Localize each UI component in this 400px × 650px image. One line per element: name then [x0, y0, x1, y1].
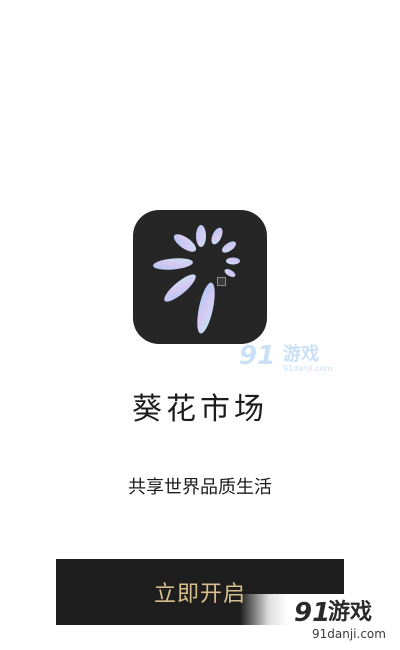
corner-watermark-number: 91 — [294, 598, 331, 628]
corner-watermark: 91 游戏 91danji.com — [240, 594, 400, 650]
corner-watermark-text: 游戏 — [328, 600, 373, 625]
app-name: 葵花市场 — [132, 392, 268, 427]
corner-watermark-url: 91danji.com — [312, 627, 386, 641]
app-logo — [133, 210, 267, 344]
watermark-logo: 91 游戏 91danji.com — [239, 341, 335, 377]
watermark-number: 91 — [239, 341, 276, 371]
start-button-label: 立即开启 — [153, 582, 246, 607]
splash-screen: 91 游戏 91danji.com 葵花市场 共享世界品质生活 立即开启 91 … — [0, 0, 400, 650]
sunflower-petals-icon — [153, 225, 240, 334]
watermark-text: 游戏 — [283, 344, 319, 365]
watermark-url: 91danji.com — [283, 364, 333, 373]
app-tagline: 共享世界品质生活 — [128, 477, 272, 498]
qr-code-icon — [217, 277, 226, 286]
